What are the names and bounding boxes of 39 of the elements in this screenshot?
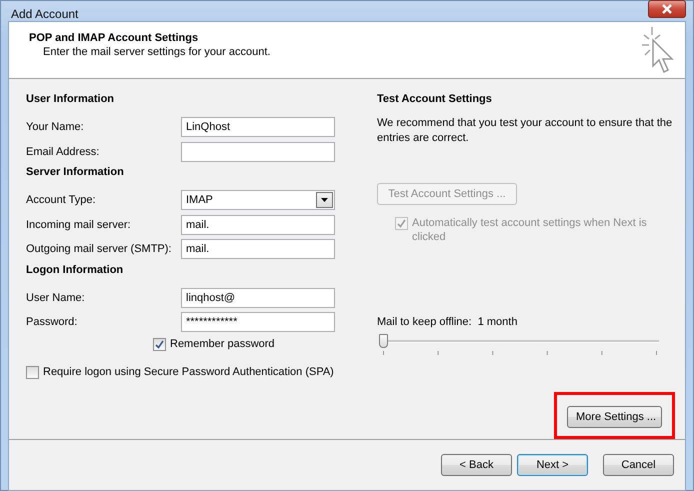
- slider-thumb[interactable]: [379, 334, 388, 348]
- field-label: User Name:: [26, 292, 86, 304]
- check-icon: [155, 340, 164, 348]
- close-button[interactable]: [648, 0, 686, 18]
- checkbox-label: Require logon using Secure Password Authentication (SPA): [43, 364, 335, 378]
- section-heading: User Information: [26, 93, 116, 107]
- page-title: POP and IMAP Account Settings: [29, 32, 200, 44]
- field-label: Account Type:: [26, 194, 97, 206]
- checkbox[interactable]: [153, 338, 166, 350]
- field-label: Outgoing mail server (SMTP):: [26, 243, 172, 255]
- input-field[interactable]: ************: [181, 312, 335, 332]
- window-title: Add Account: [10, 6, 78, 21]
- caret-icon: [321, 198, 328, 202]
- dropdown-field[interactable]: IMAP: [181, 190, 335, 210]
- offline-label: Mail to keep offline: 1 month: [377, 316, 518, 328]
- field-label: Password:: [26, 316, 78, 328]
- input-field[interactable]: [181, 142, 335, 162]
- check-icon: [397, 219, 406, 228]
- page-subtitle: Enter the mail server settings for your account.: [42, 46, 270, 58]
- input-field[interactable]: LinQhost: [181, 117, 335, 137]
- checkbox-label: Automatically test account settings when Next is clicked: [412, 216, 648, 244]
- description-text: We recommend that you test your account to ensure that the entries are correct.: [377, 116, 674, 146]
- cursor-click-icon: [641, 26, 675, 76]
- section-heading: Test Account Settings: [377, 93, 493, 107]
- close-icon: [661, 4, 673, 14]
- footer-button[interactable]: Cancel: [603, 454, 674, 476]
- checkbox-label: Remember password: [170, 336, 275, 350]
- field-label: Email Address:: [26, 146, 100, 158]
- input-field[interactable]: mail.: [181, 214, 335, 234]
- checkbox[interactable]: [26, 366, 39, 378]
- input-field[interactable]: linqhost@: [181, 288, 335, 308]
- field-label: Your Name:: [26, 121, 85, 133]
- field-label: Incoming mail server:: [26, 218, 132, 230]
- section-heading: Logon Information: [26, 264, 124, 278]
- more-settings-button[interactable]: More Settings ...: [567, 406, 662, 428]
- section-heading: Server Information: [26, 166, 125, 180]
- footer-button[interactable]: Next >: [517, 454, 588, 476]
- footer-button[interactable]: < Back: [441, 454, 512, 476]
- input-field[interactable]: mail.: [181, 239, 335, 259]
